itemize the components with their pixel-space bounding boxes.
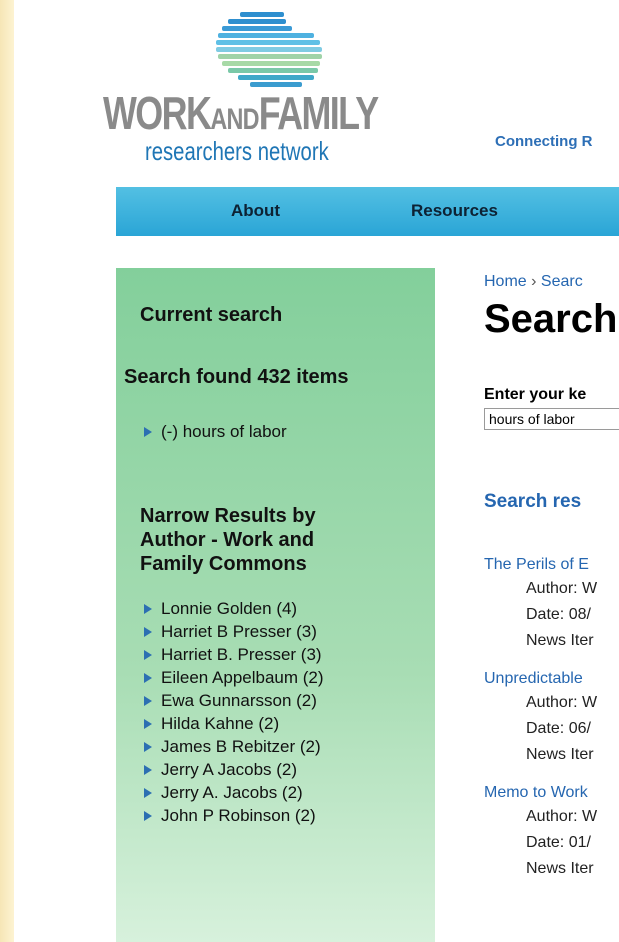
nav-resources[interactable]: Resources bbox=[411, 201, 498, 221]
bullet-triangle-icon bbox=[144, 672, 152, 683]
author-facet-label: Hilda Kahne (2) bbox=[161, 714, 280, 733]
result-title-link[interactable]: Memo to Work bbox=[484, 784, 588, 802]
bullet-triangle-icon bbox=[144, 695, 152, 706]
nav-about[interactable]: About bbox=[231, 201, 280, 221]
page-title: Search bbox=[484, 297, 618, 341]
author-facet-label: Jerry A. Jacobs (2) bbox=[161, 783, 303, 802]
bullet-triangle-icon bbox=[144, 810, 152, 821]
author-facet-item[interactable]: Ewa Gunnarsson (2) bbox=[144, 690, 317, 712]
bullet-triangle-icon bbox=[144, 649, 152, 660]
logo-stripes-graphic bbox=[216, 12, 322, 87]
keyword-search-input[interactable] bbox=[484, 408, 619, 430]
result-title-link[interactable]: The Perils of E bbox=[484, 556, 589, 574]
result-author: Author: W bbox=[526, 580, 598, 597]
logo-subtitle: researchers network bbox=[145, 136, 329, 166]
narrow-heading-line: Author - Work and bbox=[140, 529, 315, 551]
author-facet-item[interactable]: Harriet B Presser (3) bbox=[144, 621, 317, 643]
author-facet-item[interactable]: Eileen Appelbaum (2) bbox=[144, 667, 324, 689]
keyword-label: Enter your ke bbox=[484, 386, 587, 403]
main-navigation: About Resources bbox=[116, 187, 619, 236]
logo-word-and: AND bbox=[210, 103, 259, 136]
author-facet-item[interactable]: Hilda Kahne (2) bbox=[144, 713, 279, 735]
bullet-triangle-icon bbox=[144, 764, 152, 775]
page-glow bbox=[0, 0, 14, 942]
breadcrumb-current[interactable]: Searc bbox=[541, 273, 583, 290]
active-filter-label: (-) hours of labor bbox=[161, 422, 287, 441]
bullet-triangle-icon bbox=[144, 603, 152, 614]
current-search-heading: Current search bbox=[140, 304, 283, 326]
bullet-triangle-icon bbox=[144, 626, 152, 637]
author-facet-label: Eileen Appelbaum (2) bbox=[161, 668, 324, 687]
narrow-heading-line: Narrow Results by bbox=[140, 505, 316, 527]
author-facet-label: Harriet B Presser (3) bbox=[161, 622, 317, 641]
result-type: News Iter bbox=[526, 632, 594, 649]
author-facet-label: John P Robinson (2) bbox=[161, 806, 316, 825]
author-facet-label: James B Rebitzer (2) bbox=[161, 737, 321, 756]
narrow-results-heading: Narrow Results by Author - Work and Fami… bbox=[140, 504, 316, 576]
search-results-heading: Search res bbox=[484, 491, 582, 512]
breadcrumb-separator: › bbox=[531, 273, 537, 290]
site-tagline: Connecting R bbox=[495, 133, 593, 150]
author-facet-label: Lonnie Golden (4) bbox=[161, 599, 298, 618]
author-facet-item[interactable]: James B Rebitzer (2) bbox=[144, 736, 321, 758]
search-found-count: Search found 432 items bbox=[124, 366, 349, 388]
result-author: Author: W bbox=[526, 808, 598, 825]
result-date: Date: 01/ bbox=[526, 834, 591, 851]
logo-word-family: FAMILY bbox=[258, 87, 379, 139]
result-title-link[interactable]: Unpredictable bbox=[484, 670, 583, 688]
author-facet-item[interactable]: John P Robinson (2) bbox=[144, 805, 316, 827]
breadcrumb-home-link[interactable]: Home bbox=[484, 273, 527, 290]
author-facet-item[interactable]: Lonnie Golden (4) bbox=[144, 598, 297, 620]
narrow-heading-line: Family Commons bbox=[140, 553, 307, 575]
author-facet-label: Harriet B. Presser (3) bbox=[161, 645, 322, 664]
author-facet-item[interactable]: Harriet B. Presser (3) bbox=[144, 644, 322, 666]
result-date: Date: 06/ bbox=[526, 720, 591, 737]
active-filter-remove[interactable]: (-) hours of labor bbox=[144, 421, 287, 443]
bullet-triangle-icon bbox=[144, 741, 152, 752]
bullet-triangle-icon bbox=[144, 787, 152, 798]
site-logo[interactable]: WORKANDFAMILY researchers network bbox=[103, 8, 423, 164]
result-author: Author: W bbox=[526, 694, 598, 711]
author-facet-item[interactable]: Jerry A. Jacobs (2) bbox=[144, 782, 303, 804]
result-type: News Iter bbox=[526, 746, 594, 763]
author-facet-item[interactable]: Jerry A Jacobs (2) bbox=[144, 759, 297, 781]
logo-word-work: WORK bbox=[103, 87, 212, 139]
result-date: Date: 08/ bbox=[526, 606, 591, 623]
bullet-triangle-icon bbox=[144, 718, 152, 729]
result-type: News Iter bbox=[526, 860, 594, 877]
author-facet-label: Ewa Gunnarsson (2) bbox=[161, 691, 317, 710]
breadcrumb: Home › Searc bbox=[484, 273, 583, 291]
bullet-triangle-icon bbox=[144, 426, 152, 437]
author-facet-label: Jerry A Jacobs (2) bbox=[161, 760, 298, 779]
sidebar: Current search Search found 432 items (-… bbox=[116, 268, 435, 942]
